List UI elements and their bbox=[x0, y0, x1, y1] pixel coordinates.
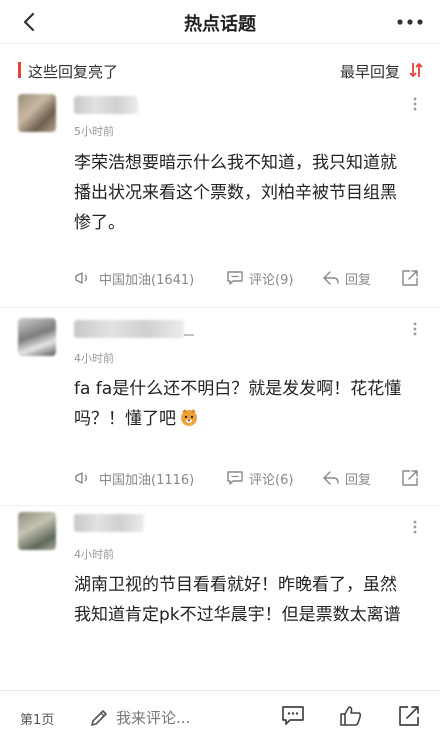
comment-count: 评论(6) bbox=[249, 472, 294, 488]
avatar[interactable] bbox=[18, 318, 56, 356]
page-title: 热点话题 bbox=[184, 14, 256, 35]
cheer-count: 中国加油(1641) bbox=[99, 272, 195, 288]
reply-icon bbox=[323, 471, 339, 485]
more-vertical-icon[interactable] bbox=[412, 520, 418, 534]
cheer-button[interactable]: 中国加油(1641) bbox=[74, 266, 194, 290]
timestamp: 5小时前 bbox=[74, 125, 114, 138]
section-accent-bar bbox=[18, 62, 21, 78]
comment-button[interactable]: 评论(9) bbox=[226, 266, 293, 290]
like-icon[interactable] bbox=[338, 703, 364, 729]
cheer-count: 中国加油(1116) bbox=[99, 472, 195, 488]
comment-text: fa fa是什么还不明白？就是发发啊！花花懂吗？！懂了吧 bbox=[74, 374, 412, 434]
more-vertical-icon[interactable] bbox=[412, 322, 418, 336]
timestamp: 4小时前 bbox=[74, 548, 114, 561]
comment-input[interactable]: 我来评论... bbox=[116, 707, 190, 728]
share-button[interactable] bbox=[400, 466, 425, 490]
bottom-bar: 第1页 我来评论... bbox=[0, 690, 440, 744]
cheer-icon bbox=[75, 472, 88, 484]
comment-button[interactable]: 评论(6) bbox=[226, 466, 293, 490]
section-title: 这些回复亮了 bbox=[28, 63, 119, 81]
comment-icon[interactable] bbox=[280, 703, 306, 729]
comment-text-body: fa fa是什么还不明白？就是发发啊！花花懂吗？！懂了吧 bbox=[74, 379, 402, 429]
section-header: 这些回复亮了 最早回复 bbox=[0, 56, 440, 86]
comment-actions: 中国加油(1116) 评论(6) 回复 bbox=[74, 466, 422, 490]
pencil-icon bbox=[91, 710, 107, 726]
comment-text: 李荣浩想要暗示什么我不知道，我只知道就播出状况来看这个票数，刘柏辛被节目组黑惨了… bbox=[74, 153, 397, 233]
sort-icon[interactable] bbox=[406, 60, 426, 80]
cheer-icon bbox=[75, 272, 88, 284]
share-icon bbox=[402, 470, 418, 486]
username-blurred[interactable] bbox=[74, 320, 184, 338]
comment-item: 4小时前 fa fa是什么还不明白？就是发发啊！花花懂吗？！懂了吧 中国加油(1… bbox=[0, 308, 440, 506]
comment-item: 5小时前 李荣浩想要暗示什么我不知道，我只知道就播出状况来看这个票数，刘柏辛被节… bbox=[0, 88, 440, 308]
reply-label: 回复 bbox=[345, 272, 372, 288]
more-vertical-icon[interactable] bbox=[412, 97, 418, 111]
share-button[interactable] bbox=[400, 266, 425, 290]
comment-count: 评论(9) bbox=[249, 272, 294, 288]
comment-actions: 中国加油(1641) 评论(9) 回复 bbox=[74, 266, 422, 290]
sort-label[interactable]: 最早回复 bbox=[340, 61, 400, 82]
comment-text: 湖南卫视的节目看看就好！昨晚看了，虽然我知道肯定pk不过华晨宇！但是票数太离谱 bbox=[74, 575, 401, 625]
username-blurred[interactable] bbox=[74, 514, 144, 532]
comment-item: 4小时前 湖南卫视的节目看看就好！昨晚看了，虽然我知道肯定pk不过华晨宇！但是票… bbox=[0, 506, 440, 690]
avatar[interactable] bbox=[18, 512, 56, 550]
dog-emoji-icon bbox=[181, 409, 197, 426]
reply-icon bbox=[323, 271, 339, 285]
share-icon[interactable] bbox=[396, 703, 422, 729]
comment-icon bbox=[227, 471, 243, 485]
reply-button[interactable]: 回复 bbox=[322, 266, 371, 290]
username-tail bbox=[184, 320, 194, 336]
page-indicator[interactable]: 第1页 bbox=[20, 709, 54, 728]
reply-label: 回复 bbox=[345, 472, 372, 488]
share-icon bbox=[402, 270, 418, 286]
reply-button[interactable]: 回复 bbox=[322, 466, 371, 490]
more-horizontal-icon[interactable] bbox=[396, 12, 424, 32]
nav-bar: 热点话题 bbox=[0, 0, 440, 44]
cheer-button[interactable]: 中国加油(1116) bbox=[74, 466, 194, 490]
avatar[interactable] bbox=[18, 94, 56, 132]
timestamp: 4小时前 bbox=[74, 352, 114, 365]
username-blurred[interactable] bbox=[74, 96, 138, 114]
comment-icon bbox=[227, 271, 243, 285]
